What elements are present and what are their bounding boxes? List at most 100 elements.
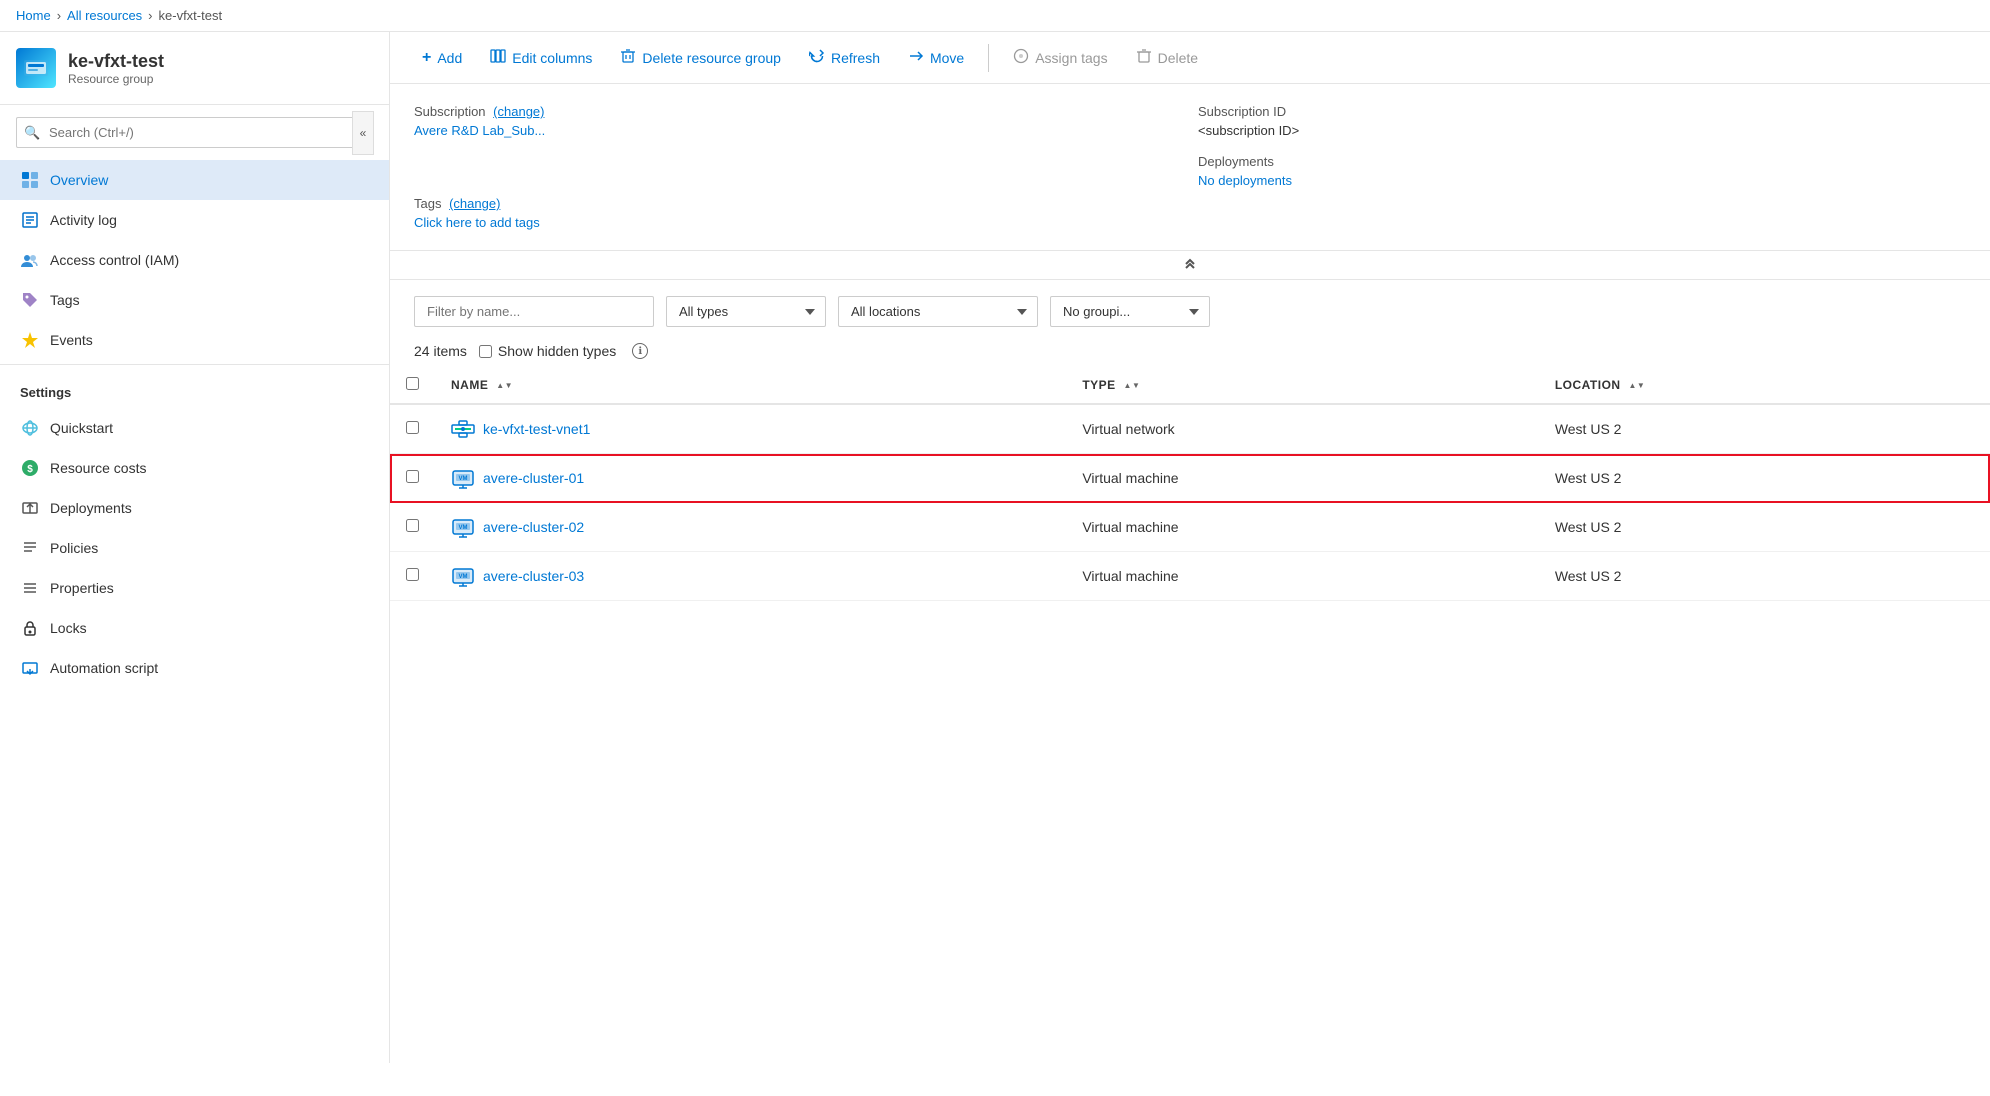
delete-resource-group-button[interactable]: Delete resource group [608, 42, 793, 73]
info-section: Subscription (change) Avere R&D Lab_Sub.… [390, 84, 1990, 251]
row-checkbox-cell-3 [390, 552, 435, 601]
row-checkbox-cell-0 [390, 404, 435, 454]
name-column-header[interactable]: NAME ▲▼ [435, 367, 1066, 404]
assign-tags-button[interactable]: Assign tags [1001, 42, 1119, 73]
no-grouping-select[interactable]: No groupi... [1050, 296, 1210, 327]
content-area: + Add Edit columns Delete resource group [390, 32, 1990, 1063]
sidebar-item-deployments[interactable]: Deployments [0, 488, 389, 528]
resource-table: NAME ▲▼ TYPE ▲▼ LOCATION ▲▼ [390, 367, 1990, 601]
svg-text:VM: VM [459, 476, 468, 482]
tags-icon [20, 290, 40, 310]
all-types-select[interactable]: All types [666, 296, 826, 327]
refresh-icon [809, 48, 825, 67]
row-name-cell-1: VM avere-cluster-01 [435, 454, 1066, 503]
search-input[interactable] [16, 117, 373, 148]
sidebar-item-properties[interactable]: Properties [0, 568, 389, 608]
row-checkbox-0[interactable] [406, 421, 419, 434]
sidebar-item-activity-log[interactable]: Activity log [0, 200, 389, 240]
row-checkbox-1[interactable] [406, 470, 419, 483]
sidebar-item-policies-label: Policies [50, 540, 98, 556]
add-button[interactable]: + Add [410, 43, 474, 73]
edit-columns-button[interactable]: Edit columns [478, 42, 604, 73]
row-type-cell-1: Virtual machine [1066, 454, 1538, 503]
sidebar-collapse-button[interactable]: « [352, 111, 374, 155]
sidebar-item-policies[interactable]: Policies [0, 528, 389, 568]
row-checkbox-2[interactable] [406, 519, 419, 532]
delete-resource-group-icon [620, 48, 636, 67]
resource-name-link-1[interactable]: avere-cluster-01 [483, 470, 584, 486]
filter-by-name-input[interactable] [414, 296, 654, 327]
delete-button[interactable]: Delete [1124, 42, 1210, 73]
search-icon: 🔍 [24, 125, 40, 141]
select-all-checkbox[interactable] [406, 377, 419, 390]
tags-change-link[interactable]: (change) [449, 196, 500, 211]
sidebar-item-activity-log-label: Activity log [50, 212, 117, 228]
policies-icon [20, 538, 40, 558]
info-collapse-button[interactable] [390, 251, 1990, 280]
sidebar-item-locks[interactable]: Locks [0, 608, 389, 648]
breadcrumb-home[interactable]: Home [16, 8, 51, 23]
breadcrumb-all-resources[interactable]: All resources [67, 8, 142, 23]
move-button[interactable]: Move [896, 42, 976, 73]
all-locations-select[interactable]: All locations [838, 296, 1038, 327]
locks-icon [20, 618, 40, 638]
row-type-cell-0: Virtual network [1066, 404, 1538, 454]
sidebar-item-automation-script[interactable]: Automation script [0, 648, 389, 688]
sidebar-item-deployments-label: Deployments [50, 500, 132, 516]
row-checkbox-3[interactable] [406, 568, 419, 581]
resource-name-link-0[interactable]: ke-vfxt-test-vnet1 [483, 421, 590, 437]
properties-icon [20, 578, 40, 598]
type-column-header[interactable]: TYPE ▲▼ [1066, 367, 1538, 404]
add-tags-link[interactable]: Click here to add tags [414, 215, 1182, 230]
show-hidden-types-checkbox[interactable] [479, 345, 492, 358]
row-checkbox-cell-2 [390, 503, 435, 552]
row-name-cell-3: VM avere-cluster-03 [435, 552, 1066, 601]
breadcrumb: Home › All resources › ke-vfxt-test [0, 0, 1990, 32]
table-row: VM avere-cluster-03 Virtual machine West… [390, 552, 1990, 601]
subscription-label: Subscription (change) [414, 104, 1182, 119]
items-row: 24 items Show hidden types ℹ [390, 335, 1990, 367]
items-count: 24 items [414, 343, 467, 359]
resource-icon-1: VM [451, 466, 475, 490]
sidebar: ke-vfxt-test Resource group 🔍 « Overview… [0, 32, 390, 1063]
location-sort-icon: ▲▼ [1628, 382, 1645, 390]
subscription-change-link[interactable]: (change) [493, 104, 544, 119]
row-location-cell-3: West US 2 [1539, 552, 1990, 601]
sidebar-item-quickstart[interactable]: Quickstart [0, 408, 389, 448]
resource-name-link-2[interactable]: avere-cluster-02 [483, 519, 584, 535]
events-icon [20, 330, 40, 350]
subscription-value-link[interactable]: Avere R&D Lab_Sub... [414, 123, 1182, 138]
activity-log-icon [20, 210, 40, 230]
location-column-header[interactable]: LOCATION ▲▼ [1539, 367, 1990, 404]
row-checkbox-cell-1 [390, 454, 435, 503]
select-all-header [390, 367, 435, 404]
quickstart-icon [20, 418, 40, 438]
assign-tags-icon [1013, 48, 1029, 67]
deployments-value-link[interactable]: No deployments [1198, 173, 1966, 188]
sidebar-item-resource-costs[interactable]: $ Resource costs [0, 448, 389, 488]
name-sort-icon: ▲▼ [496, 382, 513, 390]
show-hidden-types-label[interactable]: Show hidden types [479, 343, 616, 359]
sidebar-item-events[interactable]: Events [0, 320, 389, 360]
deployments-icon [20, 498, 40, 518]
resource-icon-3: VM [451, 564, 475, 588]
sidebar-subtitle: Resource group [68, 72, 164, 86]
show-hidden-info-icon: ℹ [632, 343, 648, 359]
sidebar-header: ke-vfxt-test Resource group [0, 32, 389, 105]
refresh-button[interactable]: Refresh [797, 42, 892, 73]
sidebar-item-events-label: Events [50, 332, 93, 348]
table-row: VM avere-cluster-01 Virtual machine West… [390, 454, 1990, 503]
resource-icon-0 [451, 417, 475, 441]
sidebar-item-tags[interactable]: Tags [0, 280, 389, 320]
filter-bar: All types All locations No groupi... [390, 280, 1990, 335]
sidebar-item-tags-label: Tags [50, 292, 80, 308]
move-icon [908, 48, 924, 67]
subscription-id-block: Subscription ID <subscription ID> Deploy… [1198, 104, 1966, 188]
sidebar-item-iam[interactable]: Access control (IAM) [0, 240, 389, 280]
tags-label: Tags (change) [414, 196, 1182, 211]
resource-name-link-3[interactable]: avere-cluster-03 [483, 568, 584, 584]
sidebar-item-locks-label: Locks [50, 620, 87, 636]
table-row: ke-vfxt-test-vnet1 Virtual network West … [390, 404, 1990, 454]
sidebar-item-overview[interactable]: Overview [0, 160, 389, 200]
search-container: 🔍 « [16, 117, 373, 148]
